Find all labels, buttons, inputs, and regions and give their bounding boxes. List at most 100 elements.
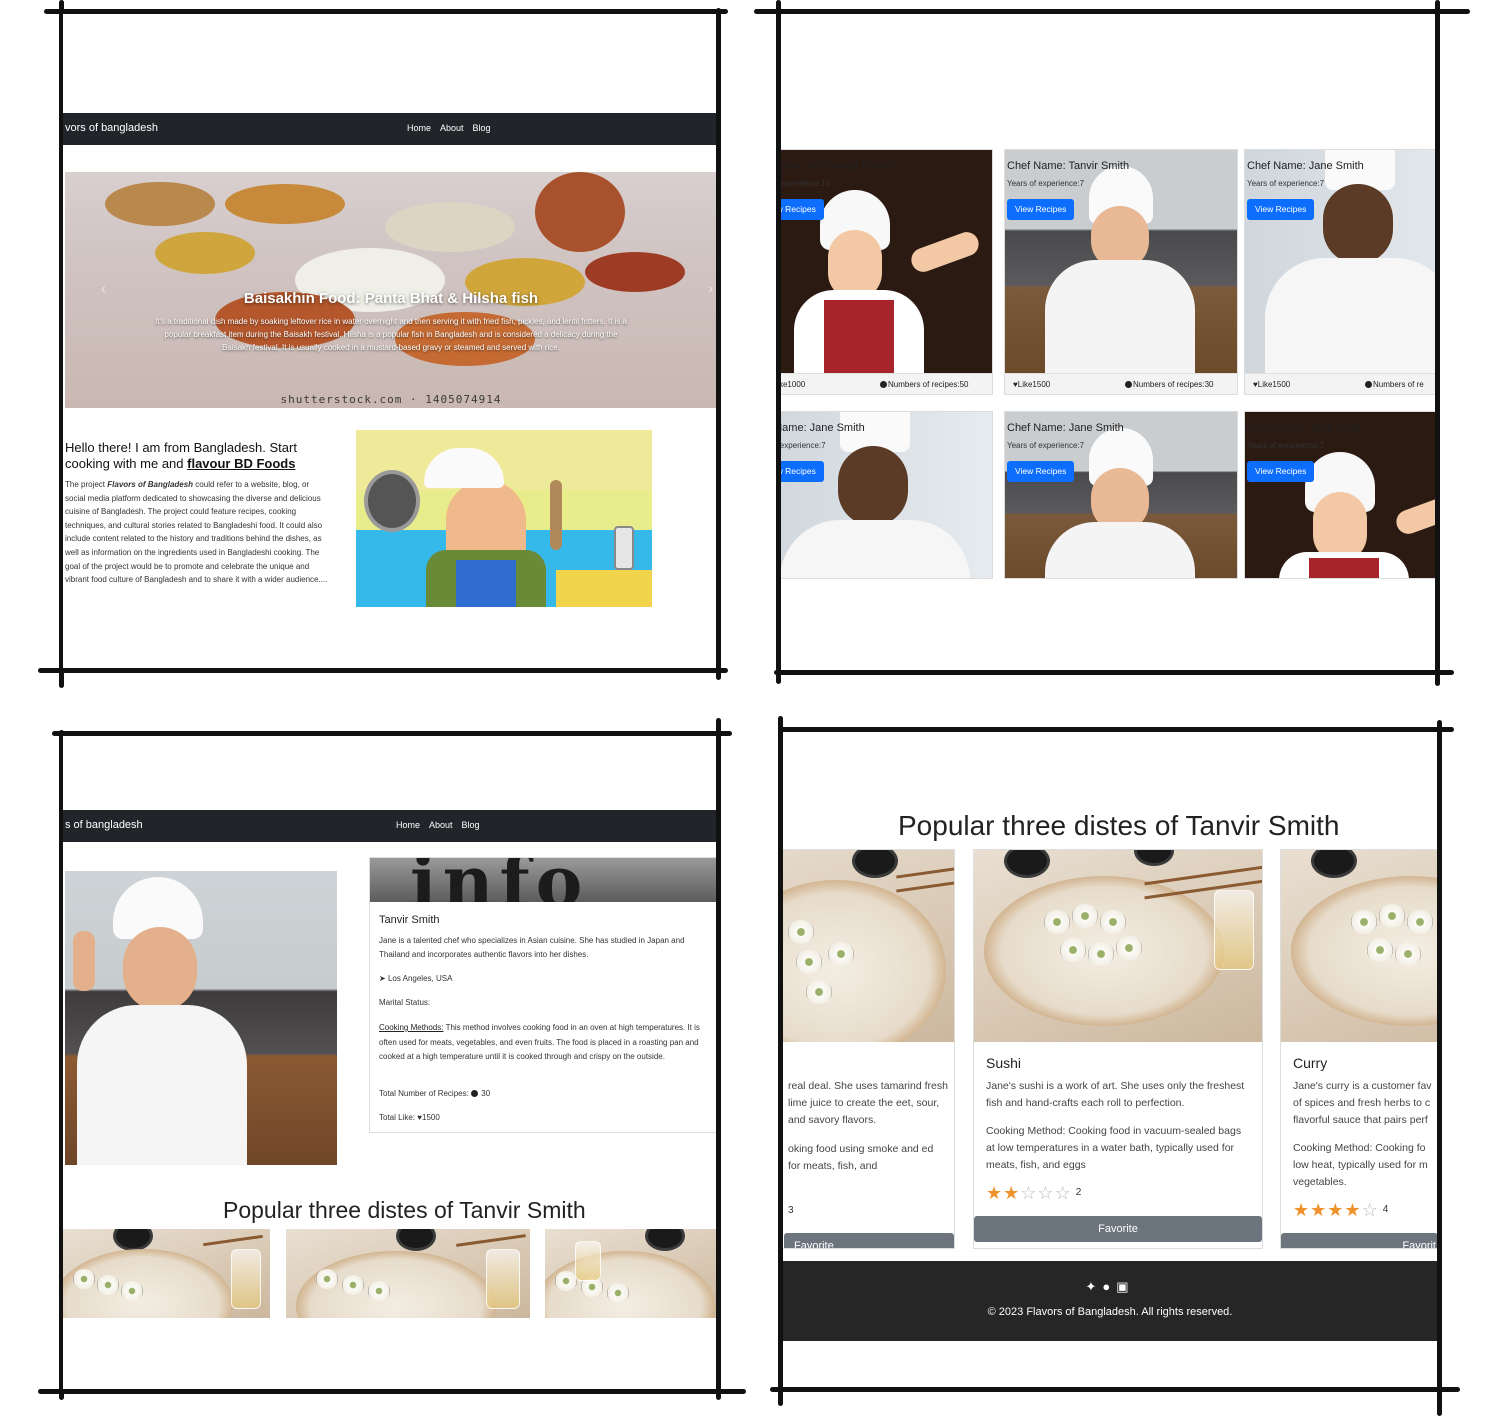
- dish-description: real deal. She uses tamarind fresh lime …: [788, 1080, 948, 1126]
- intro-heading-link[interactable]: flavour BD Foods: [187, 456, 295, 471]
- star-filled-icon: ★: [1003, 1183, 1021, 1203]
- chef-photo: [1245, 412, 1435, 578]
- intro-body-prefix: The project: [65, 480, 106, 489]
- total-likes-label: Total Like:: [379, 1113, 416, 1122]
- chef-photo: [1005, 412, 1237, 578]
- nav-links: Home About Blog: [407, 123, 491, 133]
- nav-home-link[interactable]: Home: [396, 820, 420, 830]
- chef-recipes: Numbers of recipes:30: [1125, 380, 1213, 389]
- info-banner-text: info: [410, 858, 589, 902]
- intro-body-text: could refer to a website, blog, or socia…: [65, 480, 328, 585]
- chef-card: ef Name: Mohamad Abdulla rs of experienc…: [781, 149, 993, 395]
- recipe-count-icon: [1365, 381, 1372, 388]
- hero-carousel: ‹ › Baisakhin Food: Panta Bhat & Hilsha …: [65, 172, 716, 408]
- dish-card: Sushi Jane's sushi is a work of art. She…: [973, 849, 1263, 1249]
- chef-likes: ♥Like1500: [1253, 380, 1290, 389]
- chef-recipes-text: Numbers of recipes:30: [1133, 380, 1214, 389]
- view-recipes-button[interactable]: View Recipes: [1247, 461, 1315, 482]
- chef-likes-text: Like1500: [1017, 380, 1051, 389]
- hero-caption: Baisakhin Food: Panta Bhat & Hilsha fish…: [65, 290, 716, 354]
- favorite-button-label: Favorite: [794, 1240, 834, 1249]
- chef-profile-name: Tanvir Smith: [379, 914, 440, 926]
- favorite-button-label: Favorite: [1098, 1223, 1138, 1235]
- favorite-button[interactable]: Favorite: [784, 1233, 954, 1249]
- view-recipes-button[interactable]: iew Recipes: [781, 199, 824, 220]
- chef-name: ef Name: Mohamad Abdulla: [781, 160, 898, 172]
- dish-cooking-method: Cooking Method: Cooking food in vacuum-s…: [986, 1125, 1242, 1171]
- cooking-methods-label: Cooking Methods:: [379, 1023, 444, 1032]
- dish-image: [545, 1229, 716, 1318]
- intro-heading: Hello there! I am from Bangladesh. Start…: [65, 440, 325, 472]
- intro-body: The project Flavors of Bangladesh could …: [65, 478, 331, 587]
- dish-rating: 3: [788, 1201, 795, 1222]
- favorite-button[interactable]: Favorite: [974, 1216, 1262, 1242]
- view-recipes-button[interactable]: View Recipes: [1007, 199, 1075, 220]
- dish-description: Jane's sushi is a work of art. She uses …: [986, 1080, 1245, 1109]
- chef-experience: Years of experience:7: [1247, 441, 1325, 450]
- chef-experience: rs of experience:10: [781, 179, 831, 188]
- navbar-brand[interactable]: vors of bangladesh: [65, 122, 158, 134]
- chef-experience: Years of experience:7: [1007, 179, 1085, 188]
- star-filled-icon: ★: [1344, 1200, 1362, 1220]
- popular-dishes-panel: Popular three distes of Tanvir Smith rea…: [783, 732, 1437, 1387]
- chef-profile-bio: Jane is a talented chef who specializes …: [379, 936, 685, 959]
- chef-profile-photo: [65, 871, 337, 1165]
- location-arrow-icon: ➤: [379, 974, 386, 983]
- total-likes-value: 1500: [422, 1113, 440, 1122]
- chef-total-likes: Total Like: ♥1500: [379, 1113, 440, 1122]
- star-empty-icon: ☆: [1054, 1183, 1072, 1203]
- chef-card: Chef Name: Jane Smith Years of experienc…: [1004, 411, 1238, 579]
- dish-image: [783, 850, 954, 1042]
- dish-description: Jane's curry is a customer fav of spices…: [1293, 1080, 1432, 1126]
- twitter-icon[interactable]: ✦: [1085, 1279, 1102, 1294]
- chef-recipes: Numbers of re: [1365, 380, 1424, 389]
- chefs-page-panel: ef Name: Mohamad Abdulla rs of experienc…: [781, 14, 1435, 668]
- chef-info-card: info Tanvir Smith Jane is a talented che…: [369, 857, 716, 1133]
- view-recipes-button[interactable]: View Recipes: [1247, 199, 1315, 220]
- home-page-panel: vors of bangladesh Home About Blog ‹ › B…: [63, 14, 716, 668]
- total-recipes-label: Total Number of Recipes:: [379, 1089, 469, 1098]
- chef-likes: ♥Like1500: [1013, 380, 1050, 389]
- chef-likes-text: Like1500: [1257, 380, 1291, 389]
- chef-total-recipes: Total Number of Recipes: 30: [379, 1089, 490, 1098]
- chef-experience: rs of experience:7: [781, 441, 826, 450]
- chef-profile-panel: s of bangladesh Home About Blog info Tan…: [63, 736, 716, 1389]
- chef-experience: Years of experience:7: [1247, 179, 1325, 188]
- hero-text: It's a traditional dish made by soaking …: [155, 317, 627, 352]
- favorite-button[interactable]: Favorit: [1281, 1233, 1437, 1248]
- github-icon[interactable]: ●: [1102, 1279, 1116, 1294]
- nav-about-link[interactable]: About: [440, 123, 464, 133]
- view-recipes-button[interactable]: View Recipes: [1007, 461, 1075, 482]
- chef-location: ➤ Los Angeles, USA: [379, 974, 452, 983]
- chef-card: Chef Name: Jane Smith Years of experienc…: [1244, 149, 1435, 395]
- chef-name: Chef Name: Tanvir Smith: [1007, 160, 1130, 172]
- info-banner: info: [370, 858, 716, 902]
- social-icons: ✦●▣: [783, 1279, 1437, 1295]
- site-footer: ✦●▣ © 2023 Flavors of Bangladesh. All ri…: [783, 1261, 1437, 1341]
- dish-image: [1281, 850, 1437, 1042]
- cartoon-chef-image: [356, 430, 652, 607]
- dish-image: [63, 1229, 270, 1318]
- dish-title: Curry: [1293, 1055, 1328, 1071]
- view-recipes-button[interactable]: iew Recipes: [781, 461, 824, 482]
- nav-blog-link[interactable]: Blog: [462, 820, 480, 830]
- chef-marital-status: Marital Status:: [379, 998, 431, 1007]
- navbar: s of bangladesh Home About Blog: [63, 810, 716, 842]
- dish-rating-value: 2: [1075, 1187, 1083, 1198]
- nav-blog-link[interactable]: Blog: [473, 123, 491, 133]
- chef-card: Chef Name: Jane Smith Years of experienc…: [1244, 411, 1435, 579]
- chef-recipes: Numbers of recipes:50: [880, 380, 968, 389]
- navbar-brand[interactable]: s of bangladesh: [65, 819, 143, 831]
- chef-location-text: Los Angeles, USA: [387, 974, 453, 983]
- instagram-icon[interactable]: ▣: [1116, 1279, 1134, 1294]
- nav-links: Home About Blog: [396, 820, 480, 830]
- chef-card-footer: ♥Like1000 Numbers of recipes:50: [781, 373, 992, 394]
- hero-title: Baisakhin Food: Panta Bhat & Hilsha fish: [243, 290, 539, 307]
- chef-recipes-text: Numbers of recipes:50: [888, 380, 969, 389]
- chef-card-footer: ♥Like1500 Numbers of re: [1245, 373, 1435, 394]
- recipe-count-icon: [880, 381, 887, 388]
- nav-about-link[interactable]: About: [429, 820, 453, 830]
- nav-home-link[interactable]: Home: [407, 123, 431, 133]
- recipe-count-icon: [1125, 381, 1132, 388]
- star-filled-icon: ★: [1293, 1200, 1311, 1220]
